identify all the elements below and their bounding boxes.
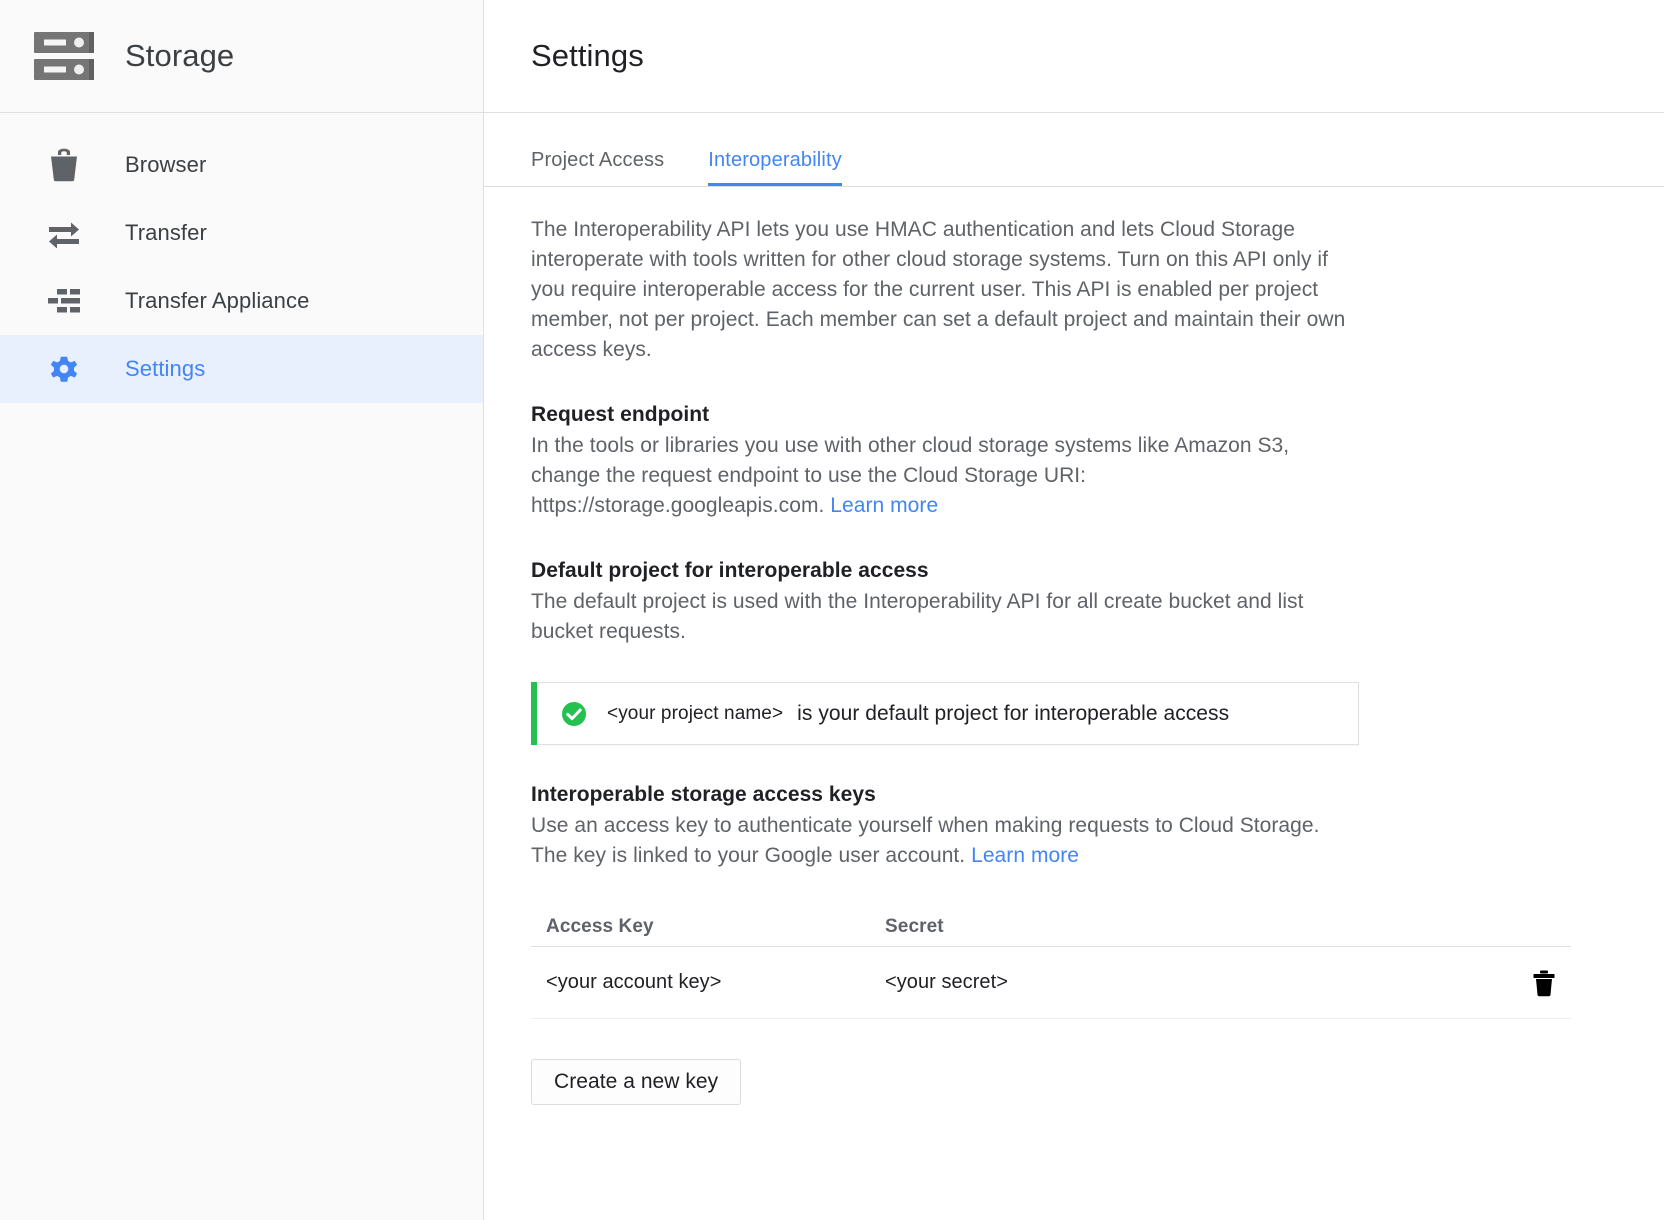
check-circle-icon	[561, 701, 587, 727]
tab-bar-divider	[484, 186, 1664, 187]
access-keys-learn-more-link[interactable]: Learn more	[971, 844, 1079, 867]
banner-message: is your default project for interoperabl…	[797, 702, 1229, 726]
intro-paragraph: The Interoperability API lets you use HM…	[531, 215, 1359, 365]
page-header: Settings	[484, 0, 1664, 113]
banner-project-name: <your project name>	[607, 703, 783, 725]
cell-secret: <your secret>	[875, 971, 1475, 994]
default-project-body: The default project is used with the Int…	[531, 587, 1359, 647]
interoperability-panel: The Interoperability API lets you use HM…	[484, 187, 1664, 1105]
default-project-heading: Default project for interoperable access	[531, 559, 1624, 583]
tab-project-access[interactable]: Project Access	[531, 149, 664, 187]
default-project-section: Default project for interoperable access…	[531, 559, 1624, 745]
main-content: Settings Project Access Interoperability…	[484, 0, 1664, 1220]
access-keys-table: Access Key Secret <your account key> <yo…	[531, 901, 1571, 1019]
cell-access-key: <your account key>	[531, 971, 875, 994]
access-keys-heading: Interoperable storage access keys	[531, 783, 1624, 807]
transfer-arrows-icon	[30, 218, 98, 248]
sidebar-item-label: Browser	[125, 152, 206, 178]
sidebar: Storage Browser Tr	[0, 0, 484, 1220]
sidebar-item-settings[interactable]: Settings	[0, 335, 483, 403]
sidebar-nav: Browser Transfer	[0, 113, 483, 403]
request-endpoint-section: Request endpoint In the tools or librari…	[531, 403, 1624, 521]
page-title: Settings	[531, 38, 644, 74]
brand-title: Storage	[125, 38, 234, 74]
tab-label: Project Access	[531, 149, 664, 171]
access-keys-text: Use an access key to authenticate yourse…	[531, 814, 1319, 867]
sidebar-item-label: Transfer	[125, 220, 207, 246]
storage-settings-page: Storage Browser Tr	[0, 0, 1664, 1220]
bucket-icon	[30, 148, 98, 182]
tab-bar: Project Access Interoperability	[484, 113, 1664, 187]
sidebar-item-label: Settings	[125, 356, 205, 382]
sidebar-item-transfer[interactable]: Transfer	[0, 199, 483, 267]
access-keys-section: Interoperable storage access keys Use an…	[531, 783, 1624, 1105]
gear-icon	[30, 353, 98, 385]
storage-server-icon	[30, 30, 98, 82]
trash-icon[interactable]	[1527, 966, 1561, 1000]
request-endpoint-body: In the tools or libraries you use with o…	[531, 431, 1359, 521]
default-project-status-banner: <your project name> is your default proj…	[531, 682, 1359, 745]
column-header-access-key: Access Key	[531, 916, 875, 946]
create-a-new-key-button[interactable]: Create a new key	[531, 1059, 741, 1105]
access-keys-body: Use an access key to authenticate yourse…	[531, 811, 1359, 871]
sidebar-item-browser[interactable]: Browser	[0, 131, 483, 199]
sidebar-item-label: Transfer Appliance	[125, 288, 309, 314]
column-header-secret: Secret	[875, 916, 1475, 946]
cell-actions	[1475, 966, 1571, 1000]
appliance-list-icon	[30, 288, 98, 314]
request-endpoint-heading: Request endpoint	[531, 403, 1624, 427]
request-endpoint-learn-more-link[interactable]: Learn more	[830, 494, 938, 517]
sidebar-brand: Storage	[0, 0, 483, 113]
tab-interoperability[interactable]: Interoperability	[708, 149, 842, 187]
banner-accent-bar	[531, 682, 537, 745]
tab-label: Interoperability	[708, 149, 842, 171]
table-row: <your account key> <your secret>	[531, 947, 1571, 1019]
sidebar-item-transfer-appliance[interactable]: Transfer Appliance	[0, 267, 483, 335]
table-header-row: Access Key Secret	[531, 901, 1571, 947]
